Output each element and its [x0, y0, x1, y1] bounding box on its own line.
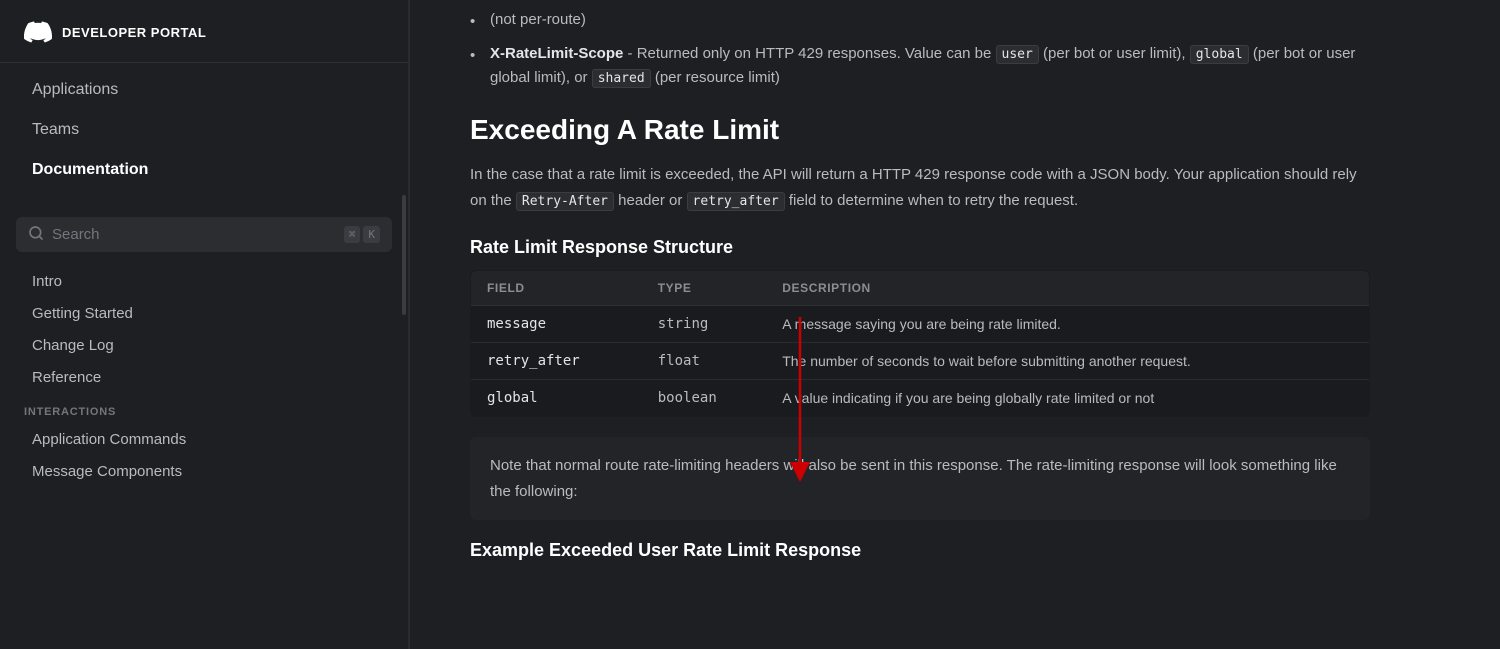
global-value-code: global [1190, 45, 1249, 64]
table-cell-type: boolean [642, 380, 766, 417]
table-header: FIELD TYPE DESCRIPTION [471, 271, 1370, 306]
section-body-text2: header or [618, 192, 682, 209]
example-title: Example Exceeded User Rate Limit Respons… [470, 540, 1370, 561]
table-row: globalbooleanA value indicating if you a… [471, 380, 1370, 417]
table-cell-type: float [642, 343, 766, 380]
sidebar-item-teams[interactable]: Teams [8, 111, 400, 149]
note-text: Note that normal route rate-limiting hea… [490, 453, 1350, 504]
retry-after-header-code: Retry-After [516, 192, 614, 211]
xratelimit-desc: - Returned only on HTTP 429 responses. V… [628, 45, 992, 62]
xratelimit-content: X-RateLimit-Scope - Returned only on HTT… [490, 42, 1370, 90]
section-body-text3: field to determine when to retry the req… [789, 192, 1078, 209]
shared-value-code: shared [592, 69, 651, 88]
user-desc: (per bot or user limit), [1043, 45, 1190, 62]
sidebar-item-documentation[interactable]: Documentation [8, 151, 400, 189]
table-body: messagestringA message saying you are be… [471, 306, 1370, 417]
search-box[interactable]: Search ⌘ K [16, 217, 392, 252]
table-cell-field: global [471, 380, 642, 417]
table-cell-field: retry_after [471, 343, 642, 380]
table-row: retry_afterfloatThe number of seconds to… [471, 343, 1370, 380]
sidebar-item-reference[interactable]: Reference [8, 362, 400, 393]
sidebar-item-getting-started[interactable]: Getting Started [8, 298, 400, 329]
note-container: Note that normal route rate-limiting hea… [470, 437, 1370, 520]
main-content: • (not per-route) • X-RateLimit-Scope - … [410, 0, 1500, 649]
scroll-indicator [402, 195, 406, 315]
table-header-row: FIELD TYPE DESCRIPTION [471, 271, 1370, 306]
table-cell-description: A message saying you are being rate limi… [766, 306, 1369, 343]
table-cell-field: message [471, 306, 642, 343]
shared-desc: (per resource limit) [655, 69, 780, 86]
table-cell-description: The number of seconds to wait before sub… [766, 343, 1369, 380]
section-title: Exceeding A Rate Limit [470, 114, 1370, 146]
rate-limit-table: FIELD TYPE DESCRIPTION messagestringA me… [470, 270, 1370, 417]
intro-bullet: • (not per-route) [470, 8, 1370, 34]
sidebar-item-app-commands[interactable]: Application Commands [8, 424, 400, 455]
note-box: Note that normal route rate-limiting hea… [470, 437, 1370, 520]
search-kbd-k: K [363, 226, 380, 243]
col-type: TYPE [642, 271, 766, 306]
sidebar-divider [0, 62, 408, 63]
portal-title: DEVELOPER PORTAL [62, 25, 206, 40]
xratelimit-bullet: • X-RateLimit-Scope - Returned only on H… [470, 42, 1370, 90]
sidebar-item-applications[interactable]: Applications [8, 71, 400, 109]
sidebar-header: DEVELOPER PORTAL [0, 0, 408, 62]
section-body: In the case that a rate limit is exceede… [470, 162, 1370, 213]
sidebar-item-message-components[interactable]: Message Components [8, 456, 400, 487]
table-cell-type: string [642, 306, 766, 343]
search-icon [28, 225, 44, 244]
user-value-code: user [996, 45, 1039, 64]
table-cell-description: A value indicating if you are being glob… [766, 380, 1369, 417]
search-keyboard-shortcut: ⌘ K [344, 226, 380, 243]
col-description: DESCRIPTION [766, 271, 1369, 306]
table-row: messagestringA message saying you are be… [471, 306, 1370, 343]
sidebar-item-intro[interactable]: Intro [8, 266, 400, 297]
sidebar: DEVELOPER PORTAL Applications Teams Docu… [0, 0, 410, 649]
search-kbd-cmd: ⌘ [344, 226, 361, 243]
retry-after-field-code: retry_after [687, 192, 785, 211]
intro-bullet-text: (not per-route) [490, 8, 586, 32]
interactions-section-label: INTERACTIONS [0, 394, 408, 424]
sidebar-item-change-log[interactable]: Change Log [8, 330, 400, 361]
discord-logo-icon [24, 18, 52, 46]
table-title: Rate Limit Response Structure [470, 237, 1370, 258]
col-field: FIELD [471, 271, 642, 306]
xratelimit-label: X-RateLimit-Scope [490, 45, 623, 62]
content-section: • (not per-route) • X-RateLimit-Scope - … [470, 8, 1370, 561]
search-label: Search [52, 226, 336, 243]
